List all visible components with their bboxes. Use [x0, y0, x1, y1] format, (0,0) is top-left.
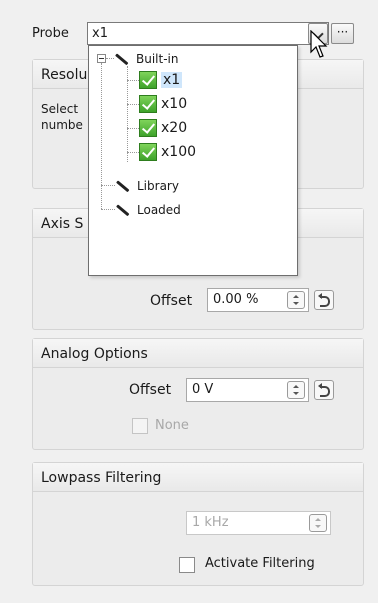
probe-combobox-value: x1: [92, 26, 108, 41]
spin-arrows-icon[interactable]: [287, 381, 305, 399]
activate-filtering-checkbox[interactable]: [179, 557, 195, 573]
none-checkbox[interactable]: [132, 418, 148, 434]
axis-offset-spinbox[interactable]: 0.00 %: [207, 288, 309, 312]
checkmark-icon: [139, 71, 157, 89]
tree-item-x1-label: x1: [161, 72, 183, 88]
tree-item-loaded[interactable]: Loaded: [115, 200, 181, 220]
collapse-icon[interactable]: [97, 54, 106, 63]
analog-offset-spinbox[interactable]: 0 V: [186, 378, 309, 402]
tree-item-x100[interactable]: x100: [139, 142, 196, 162]
checkmark-icon: [139, 119, 157, 137]
none-label: None: [155, 418, 189, 433]
mouse-cursor-icon: [310, 30, 328, 58]
resolution-description-line1: Select: [41, 102, 79, 116]
probe-label: Probe: [32, 26, 69, 41]
analog-offset-value: 0 V: [192, 382, 214, 397]
lowpass-filtering-title: Lowpass Filtering: [33, 463, 363, 492]
tree-item-x20[interactable]: x20: [139, 118, 187, 138]
lowpass-frequency-value: 1 kHz: [192, 515, 229, 530]
activate-filtering-label: Activate Filtering: [205, 556, 315, 571]
analog-options-title: Analog Options: [33, 339, 363, 368]
spin-arrows-icon[interactable]: [287, 291, 305, 309]
tree-item-x20-label: x20: [161, 120, 188, 136]
tree-item-library[interactable]: Library: [115, 176, 179, 196]
analog-offset-label: Offset: [129, 382, 172, 398]
checkmark-icon: [139, 143, 157, 161]
tree-item-built-in-label: Built-in: [136, 52, 179, 66]
reset-icon[interactable]: [314, 380, 334, 400]
lowpass-filtering-group: Lowpass Filtering 1 kHz Activate Filteri…: [32, 462, 364, 586]
spin-arrows-icon[interactable]: [309, 514, 327, 532]
probe-icon: [115, 179, 133, 193]
lowpass-frequency-spinbox[interactable]: 1 kHz: [186, 511, 331, 535]
resolution-description-line2: numbe: [41, 118, 83, 132]
resolution-description: Select numbe: [41, 101, 83, 133]
checkmark-icon: [139, 95, 157, 113]
probe-icon: [114, 52, 132, 66]
tree-item-x10[interactable]: x10: [139, 94, 187, 114]
probe-combobox[interactable]: x1: [87, 22, 329, 45]
tree-item-x100-label: x100: [161, 144, 197, 160]
analog-options-group: Analog Options Offset 0 V None: [32, 338, 364, 450]
axis-offset-value: 0.00 %: [213, 292, 259, 307]
tree-item-x10-label: x10: [161, 96, 188, 112]
tree-item-library-label: Library: [137, 179, 179, 193]
reset-icon[interactable]: [314, 290, 334, 310]
axis-offset-label: Offset: [150, 293, 193, 309]
probe-more-button[interactable]: ···: [331, 23, 354, 44]
probe-icon: [115, 203, 133, 217]
tree-item-built-in[interactable]: Built-in: [114, 49, 178, 69]
tree-item-x1[interactable]: x1: [139, 70, 183, 90]
tree-item-loaded-label: Loaded: [137, 203, 181, 217]
probe-dropdown-list: Built-in x1 x10 x20 x100 Library Loaded: [88, 45, 298, 276]
